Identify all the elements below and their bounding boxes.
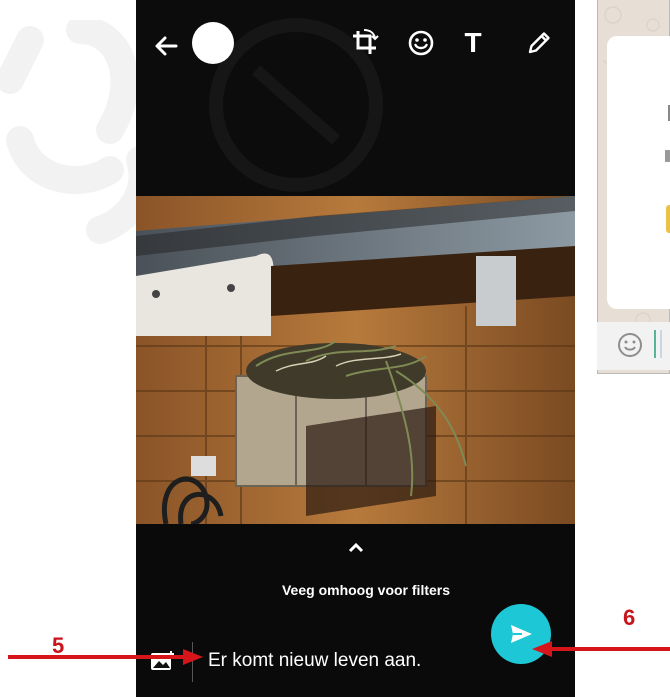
annotation-number-6: 6: [623, 605, 636, 630]
text-tool-button[interactable]: T: [454, 24, 492, 62]
photo-preview: [136, 196, 575, 524]
crop-rotate-icon: [353, 29, 379, 54]
annotation-arrow-6: [532, 641, 670, 657]
caption-input[interactable]: Er komt nieuw leven aan.: [208, 650, 421, 672]
emoji-button[interactable]: [402, 24, 440, 62]
draw-button[interactable]: [520, 24, 558, 62]
send-icon: [511, 625, 532, 643]
arrow-left-icon: [155, 36, 178, 56]
swipe-hint-text: Veeg omhoog voor filters: [281, 582, 451, 598]
nest-photo: [136, 196, 575, 524]
chevron-up-icon: [348, 542, 363, 553]
emoji-icon: [408, 30, 434, 56]
text-cursor: [654, 330, 656, 358]
crop-rotate-button[interactable]: [346, 24, 384, 62]
text-tool-icon: T: [464, 27, 482, 58]
bubble-content-fragment: [665, 150, 670, 162]
back-button[interactable]: [148, 28, 184, 64]
phone-screen: T Veeg omhoog voor filters Er komt nieuw…: [136, 0, 575, 697]
bubble-content-fragment: [666, 205, 670, 233]
screenshot-stage: T Veeg omhoog voor filters Er komt nieuw…: [0, 0, 670, 697]
chat-bubble: [607, 36, 670, 309]
annotation-arrow-5: [8, 649, 203, 665]
chat-window-fragment: [597, 0, 670, 374]
emoji-icon[interactable]: [616, 331, 644, 359]
pencil-icon: [528, 32, 550, 54]
chat-input-text-fragment: [660, 330, 670, 358]
swipe-up-indicator: [136, 540, 575, 558]
contact-avatar[interactable]: [192, 22, 234, 64]
